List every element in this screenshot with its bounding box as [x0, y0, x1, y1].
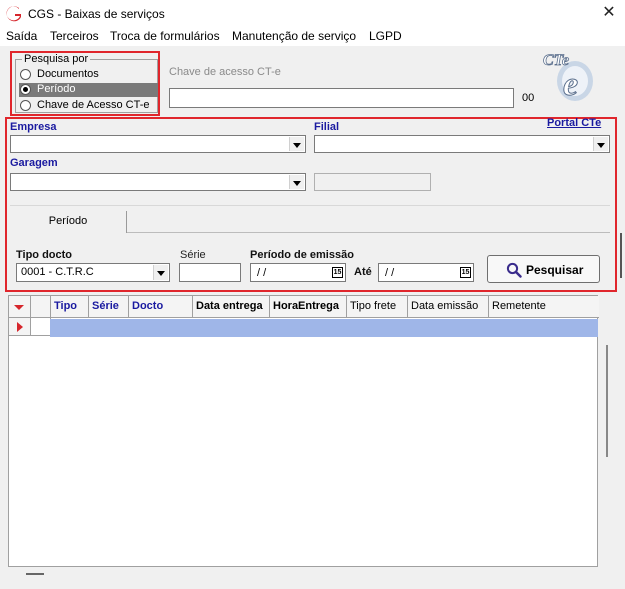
grid-menu-icon[interactable]	[9, 296, 31, 318]
chevron-down-icon[interactable]	[153, 265, 168, 280]
vertical-scrollbar[interactable]	[606, 345, 608, 457]
empresa-label: Empresa	[10, 121, 57, 133]
menu-terceiros[interactable]: Terceiros	[50, 29, 99, 43]
calendar-icon[interactable]: 15	[332, 267, 343, 278]
portal-cte-link[interactable]: Portal CTe	[547, 117, 601, 129]
row-indicator	[9, 318, 31, 336]
grid-cell-blank	[31, 318, 51, 336]
access-key-input[interactable]	[169, 88, 514, 108]
garagem-description-field	[314, 173, 431, 191]
garagem-label: Garagem	[10, 157, 58, 169]
col-header-tipo-frete[interactable]: Tipo frete	[347, 296, 408, 318]
panel-edge	[620, 233, 622, 278]
cte-logo: CTe e	[543, 52, 593, 103]
menu-saida[interactable]: Saída	[6, 29, 37, 43]
calendar-icon[interactable]: 15	[460, 267, 471, 278]
filial-label: Filial	[314, 121, 340, 133]
row-pointer-icon	[17, 322, 23, 332]
col-header-serie[interactable]: Série	[89, 296, 129, 318]
access-key-dv: 00	[522, 92, 535, 104]
grid-header: Tipo Série Docto Data entrega HoraEntreg…	[9, 296, 599, 318]
grid-blank-col	[31, 296, 51, 318]
svg-text:e: e	[563, 66, 578, 103]
periodo-emissao-label: Período de emissão	[250, 249, 354, 261]
filial-combo[interactable]	[314, 135, 610, 153]
tipo-docto-value: 0001 - C.T.R.C	[21, 266, 94, 278]
grid-selected-row[interactable]	[50, 319, 598, 337]
date-to-field[interactable]: / / 15	[378, 263, 474, 282]
highlight-box-search-by	[10, 51, 160, 116]
chevron-down-icon[interactable]	[289, 175, 304, 189]
menu-troca-formularios[interactable]: Troca de formulários	[110, 29, 220, 43]
app-logo-icon	[6, 6, 22, 22]
menu-lgpd[interactable]: LGPD	[369, 29, 402, 43]
close-button[interactable]: ✕	[596, 2, 622, 26]
chevron-down-icon[interactable]	[593, 137, 608, 151]
col-header-data-entrega[interactable]: Data entrega	[193, 296, 270, 318]
resize-grip[interactable]	[26, 573, 44, 575]
search-button-label: Pesquisar	[526, 263, 584, 277]
search-button[interactable]: Pesquisar	[487, 255, 600, 283]
date-from-value: / /	[257, 267, 267, 279]
menu-manutencao-servico[interactable]: Manutenção de serviço	[232, 29, 356, 43]
tab-periodo[interactable]: Período	[10, 211, 127, 233]
window-title: CGS - Baixas de serviços	[28, 7, 165, 21]
chevron-down-icon[interactable]	[289, 137, 304, 151]
results-grid[interactable]: Tipo Série Docto Data entrega HoraEntreg…	[8, 295, 599, 567]
empresa-combo[interactable]	[10, 135, 306, 153]
tipo-docto-label: Tipo docto	[16, 249, 73, 261]
menu-bar: Saída Terceiros Troca de formulários Man…	[0, 28, 625, 46]
col-header-data-emissao[interactable]: Data emissão	[408, 296, 489, 318]
access-key-label: Chave de acesso CT-e	[169, 66, 281, 78]
col-header-tipo[interactable]: Tipo	[51, 296, 89, 318]
serie-label: Série	[180, 249, 206, 261]
serie-input[interactable]	[179, 263, 241, 282]
tipo-docto-combo[interactable]: 0001 - C.T.R.C	[16, 263, 170, 282]
divider	[10, 205, 610, 206]
search-icon	[506, 262, 522, 278]
col-header-remetente[interactable]: Remetente	[489, 296, 599, 318]
col-header-hora-entrega[interactable]: HoraEntrega	[270, 296, 347, 318]
garagem-combo[interactable]	[10, 173, 306, 191]
col-header-docto[interactable]: Docto	[129, 296, 193, 318]
date-from-field[interactable]: / / 15	[250, 263, 346, 282]
date-to-value: / /	[385, 267, 395, 279]
ate-label: Até	[354, 266, 372, 278]
